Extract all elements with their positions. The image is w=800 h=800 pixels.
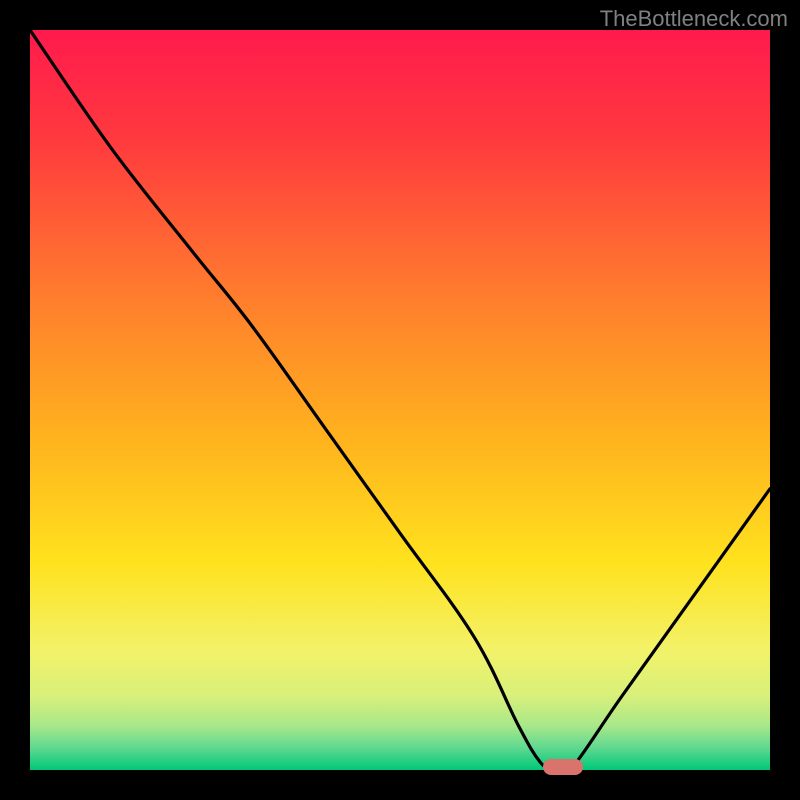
optimal-marker — [543, 759, 583, 775]
plot-area — [30, 30, 770, 770]
bottleneck-curve — [30, 30, 770, 770]
watermark-text: TheBottleneck.com — [600, 6, 788, 32]
